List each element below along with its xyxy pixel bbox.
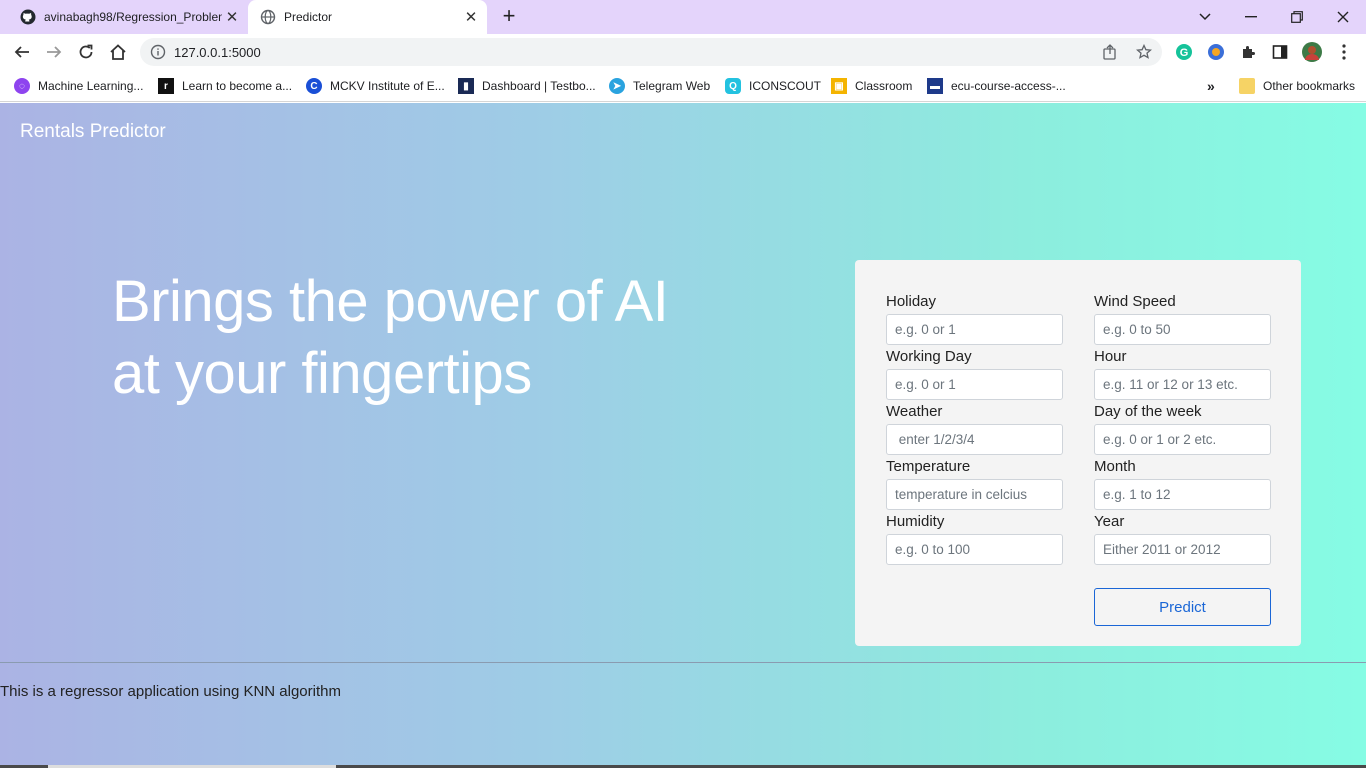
arrow-right-icon [47,46,62,58]
bookmark-classroom[interactable]: ▣ Classroom [831,76,912,96]
bookmark-label: Dashboard | Testbo... [482,79,596,93]
footer-text: This is a regressor application using KN… [0,683,341,700]
share-icon[interactable] [1102,44,1118,60]
avatar[interactable] [1302,42,1322,62]
url-text: 127.0.0.1:5000 [174,45,261,60]
reload-icon [79,44,93,59]
bookmark-ecu[interactable]: ▬ ecu-course-access-... [927,76,1066,96]
bookmark-label: Telegram Web [633,79,711,93]
kebab-menu-icon[interactable] [1334,42,1354,62]
classroom-icon: ▣ [831,78,847,94]
page-content: Rentals Predictor Brings the power of AI… [0,103,1366,768]
working-day-input[interactable] [886,369,1063,400]
bookmark-label: Learn to become a... [182,79,293,93]
star-icon[interactable] [1135,43,1153,60]
weather-label: Weather [886,403,943,420]
arrow-left-icon [14,46,29,58]
humidity-label: Humidity [886,513,945,530]
month-label: Month [1094,458,1136,475]
home-icon [110,44,126,60]
year-label: Year [1094,513,1125,530]
brand-title[interactable]: Rentals Predictor [20,121,166,143]
hero-line-1: Brings the power of AI [112,269,669,334]
close-icon[interactable]: ✕ [222,7,242,27]
close-icon [1337,11,1349,23]
holiday-label: Holiday [886,293,937,310]
bookmark-machine-learning[interactable]: ◌ Machine Learning... [14,76,143,96]
temperature-input[interactable] [886,479,1063,510]
black-square-icon: r [158,78,174,94]
wind-speed-label: Wind Speed [1094,293,1176,310]
double-chevron-icon: » [1207,78,1215,94]
close-window-button[interactable] [1320,0,1366,34]
prediction-form: Holiday Working Day Weather Temperature … [855,260,1301,646]
github-icon [20,9,36,25]
testbook-icon: ▮ [458,78,474,94]
tab-strip: avinabagh98/Regression_Problem ✕ Predict… [0,0,1366,34]
side-panel-icon[interactable] [1270,42,1290,62]
hero-heading: Brings the power of AI at your fingertip… [112,266,752,410]
day-of-week-label: Day of the week [1094,403,1202,420]
c-logo-icon: C [306,78,322,94]
forward-button[interactable] [40,38,68,66]
bookmark-label: Other bookmarks [1263,79,1356,93]
svg-text:G: G [1180,47,1189,59]
ecu-icon: ▬ [927,78,943,94]
hero-line-2: at your fingertips [112,341,532,406]
iconscout-icon: Q [725,78,741,94]
folder-icon [1239,78,1255,94]
humidity-input[interactable] [886,534,1063,565]
globe-icon [260,9,276,25]
home-button[interactable] [104,38,132,66]
holiday-input[interactable] [886,314,1063,345]
bookmark-label: ecu-course-access-... [951,79,1066,93]
telegram-icon: ➤ [609,78,625,94]
month-input[interactable] [1094,479,1271,510]
bookmark-label: ICONSCOUT [749,79,821,93]
close-icon[interactable]: ✕ [461,7,481,27]
day-of-week-input[interactable] [1094,424,1271,455]
info-icon[interactable] [150,44,166,60]
bookmark-mckv[interactable]: C MCKV Institute of E... [306,76,445,96]
bookmark-learn[interactable]: r Learn to become a... [158,76,292,96]
restore-icon [1291,11,1303,23]
reload-button[interactable] [72,38,100,66]
bookmark-testbook[interactable]: ▮ Dashboard | Testbo... [458,76,596,96]
puzzle-icon[interactable] [1238,42,1258,62]
hour-label: Hour [1094,348,1127,365]
chevron-down-icon [1199,13,1211,21]
temperature-label: Temperature [886,458,971,475]
browser-toolbar: 127.0.0.1:5000 G [0,34,1366,70]
bookmark-telegram[interactable]: ➤ Telegram Web [609,76,710,96]
tab-search-button[interactable] [1182,0,1228,34]
tab-title: Predictor [284,10,333,24]
new-tab-button[interactable]: + [498,5,520,28]
bookmark-label: Classroom [855,79,913,93]
minimize-icon [1245,16,1257,18]
bookmarks-bar: ◌ Machine Learning... r Learn to become … [0,70,1366,102]
minimize-button[interactable] [1228,0,1274,34]
extension-shield-icon[interactable] [1206,42,1226,62]
tab-github[interactable]: avinabagh98/Regression_Problem ✕ [8,0,248,34]
more-bookmarks-button[interactable]: » [1207,76,1215,96]
back-button[interactable] [8,38,36,66]
bookmark-label: MCKV Institute of E... [330,79,445,93]
year-input[interactable] [1094,534,1271,565]
purple-circle-icon: ◌ [14,78,30,94]
bookmark-iconscout[interactable]: Q ICONSCOUT [725,76,821,96]
other-bookmarks[interactable]: Other bookmarks [1239,76,1355,96]
hour-input[interactable] [1094,369,1271,400]
weather-input[interactable] [886,424,1063,455]
grammarly-icon[interactable]: G [1174,42,1194,62]
restore-button[interactable] [1274,0,1320,34]
predict-button[interactable]: Predict [1094,588,1271,626]
address-bar[interactable]: 127.0.0.1:5000 [140,38,1162,66]
wind-speed-input[interactable] [1094,314,1271,345]
tab-predictor[interactable]: Predictor ✕ [248,0,487,34]
working-day-label: Working Day [886,348,972,365]
bookmark-label: Machine Learning... [38,79,144,93]
tab-title: avinabagh98/Regression_Problem [44,10,222,24]
footer-divider [0,662,1366,663]
